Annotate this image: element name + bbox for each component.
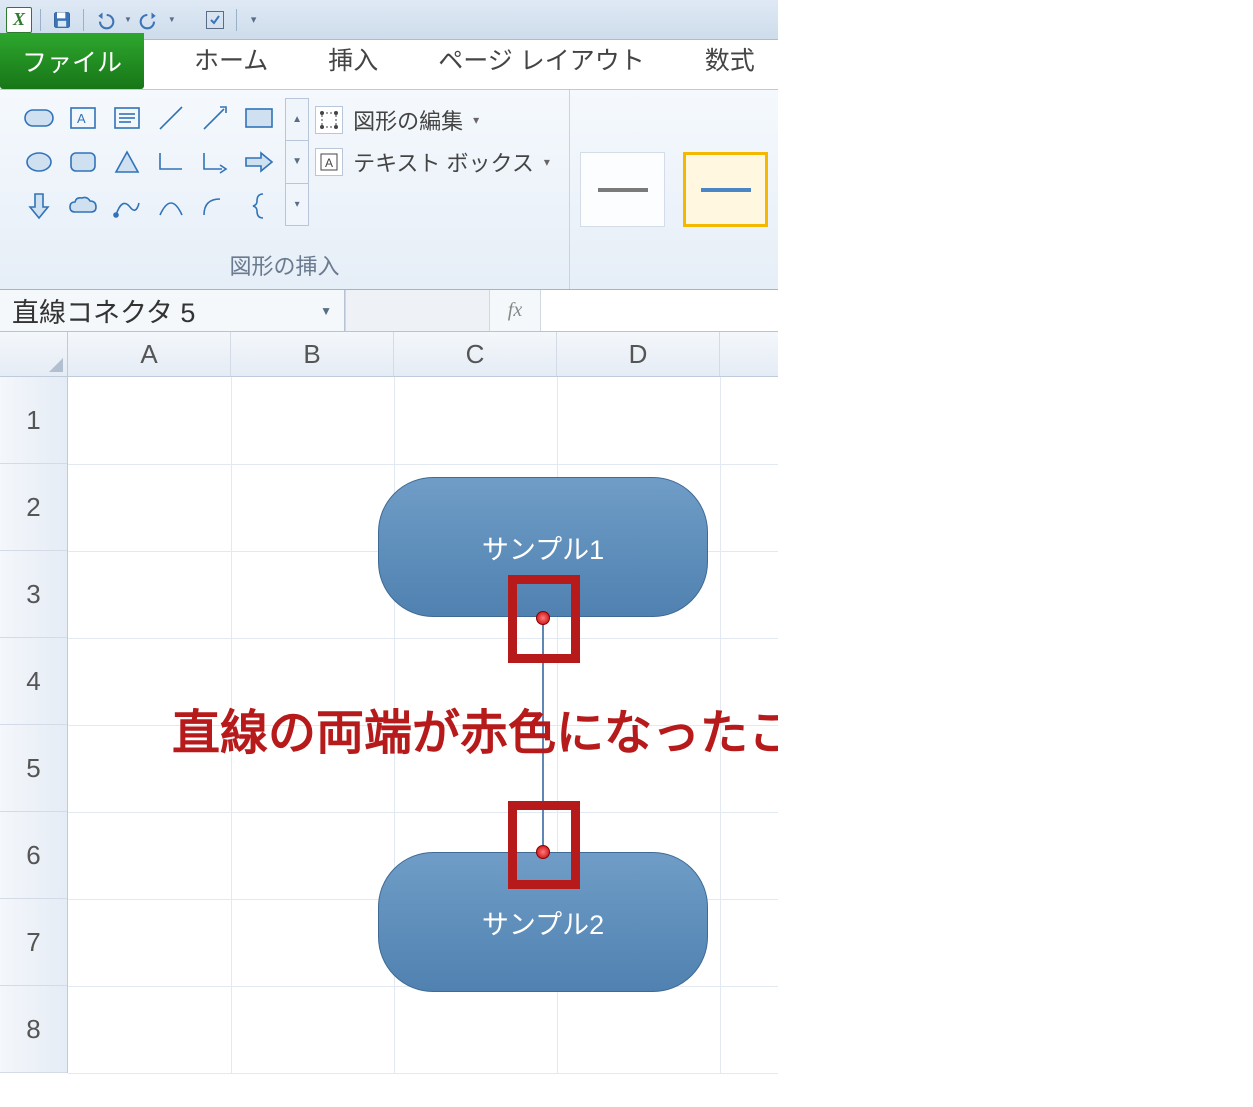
row-header-1[interactable]: 1 <box>0 377 67 464</box>
name-box-value: 直線コネクタ 5 <box>12 291 195 330</box>
name-box[interactable]: 直線コネクタ 5 ▼ <box>0 290 345 331</box>
annotation-highlight-box-bottom <box>508 801 580 889</box>
svg-text:A: A <box>77 111 86 126</box>
svg-text:A: A <box>325 156 333 170</box>
shape-right-arrow-icon[interactable] <box>239 142 279 182</box>
shape-textbox-a-icon[interactable]: A <box>63 98 103 138</box>
shape-line-icon[interactable] <box>151 98 191 138</box>
separator <box>236 9 237 31</box>
text-box-icon: A <box>315 148 343 176</box>
tab-insert[interactable]: 挿入 <box>298 29 408 89</box>
shape-sample2-label: サンプル2 <box>482 903 604 942</box>
shape-styles-group <box>570 90 778 289</box>
qat-customize-dropdown[interactable]: ▾ <box>251 13 257 26</box>
tab-page-layout[interactable]: ページ レイアウト <box>408 29 674 89</box>
shape-curve-icon[interactable] <box>107 186 147 226</box>
excel-app-icon: X <box>6 7 32 33</box>
select-all-corner[interactable] <box>0 332 68 376</box>
shape-arc-icon[interactable] <box>151 186 191 226</box>
crop-mask-sheet <box>778 332 1253 1107</box>
undo-dropdown[interactable]: ▼ <box>124 15 132 24</box>
shapes-gallery[interactable]: A <box>19 98 279 226</box>
edit-shape-button[interactable]: 図形の編集 ▾ <box>315 104 550 136</box>
separator <box>83 9 84 31</box>
shape-down-arrow-icon[interactable] <box>19 186 59 226</box>
row-header-2[interactable]: 2 <box>0 464 67 551</box>
shape-rect-icon[interactable] <box>239 98 279 138</box>
scroll-down-icon[interactable]: ▼ <box>286 141 308 183</box>
shape-arrow-line-icon[interactable] <box>195 98 235 138</box>
text-box-button[interactable]: A テキスト ボックス ▾ <box>315 146 550 178</box>
line-style-1[interactable] <box>580 152 665 227</box>
shape-cloud-icon[interactable] <box>63 186 103 226</box>
row-header-8[interactable]: 8 <box>0 986 67 1073</box>
shapes-group-label: 図形の挿入 <box>229 249 339 285</box>
shape-brace-icon[interactable] <box>239 186 279 226</box>
formula-buttons-area <box>345 290 490 331</box>
name-box-dropdown-icon[interactable]: ▼ <box>320 304 332 318</box>
col-header-C[interactable]: C <box>394 332 557 376</box>
check-icon <box>206 11 224 29</box>
col-header-A[interactable]: A <box>68 332 231 376</box>
tab-file[interactable]: ファイル <box>0 33 144 89</box>
row-header-5[interactable]: 5 <box>0 725 67 812</box>
edit-shape-label: 図形の編集 <box>353 104 463 136</box>
save-button[interactable] <box>49 7 75 33</box>
scroll-expand-icon[interactable]: ▾ <box>286 184 308 225</box>
row-header-4[interactable]: 4 <box>0 638 67 725</box>
line-style-2-selected[interactable] <box>683 152 768 227</box>
col-header-B[interactable]: B <box>231 332 394 376</box>
shape-elbow-icon[interactable] <box>151 142 191 182</box>
shape-textbox-lines-icon[interactable] <box>107 98 147 138</box>
separator <box>40 9 41 31</box>
shapes-gallery-scroll[interactable]: ▲ ▼ ▾ <box>285 98 309 226</box>
scroll-up-icon[interactable]: ▲ <box>286 99 308 141</box>
shape-sample1-label: サンプル1 <box>482 528 604 567</box>
tab-formula[interactable]: 数式 <box>675 29 785 89</box>
row-header-3[interactable]: 3 <box>0 551 67 638</box>
row-header-7[interactable]: 7 <box>0 899 67 986</box>
shape-rounded-rect-icon[interactable] <box>19 98 59 138</box>
crop-mask <box>778 0 1253 332</box>
shape-ellipse-icon[interactable] <box>19 142 59 182</box>
text-box-label: テキスト ボックス <box>353 146 534 178</box>
redo-button[interactable] <box>136 7 162 33</box>
shape-elbow-arrow-icon[interactable] <box>195 142 235 182</box>
edit-shape-icon <box>315 106 343 134</box>
tab-home[interactable]: ホーム <box>164 29 298 89</box>
shape-edit-controls: 図形の編集 ▾ A テキスト ボックス ▾ <box>315 98 550 226</box>
annotation-highlight-box-top <box>508 575 580 663</box>
shape-rounded-rect2-icon[interactable] <box>63 142 103 182</box>
row-headers: 1 2 3 4 5 6 7 8 <box>0 377 68 1073</box>
shape-arc2-icon[interactable] <box>195 186 235 226</box>
redo-dropdown[interactable]: ▼ <box>168 15 176 24</box>
col-header-D[interactable]: D <box>557 332 720 376</box>
shape-triangle-icon[interactable] <box>107 142 147 182</box>
undo-button[interactable] <box>92 7 118 33</box>
fx-button[interactable]: fx <box>490 299 540 322</box>
row-header-6[interactable]: 6 <box>0 812 67 899</box>
shapes-insert-group: A ▲ ▼ <box>0 90 570 289</box>
